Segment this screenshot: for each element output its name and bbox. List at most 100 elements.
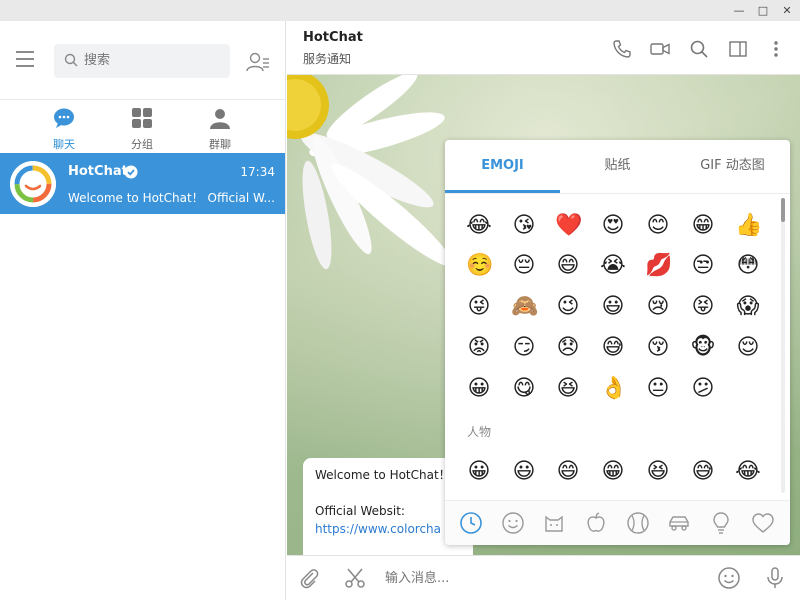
cat-icon[interactable] xyxy=(542,511,566,535)
more-options-icon[interactable] xyxy=(765,38,787,60)
minimize-button[interactable]: — xyxy=(728,0,750,21)
emoji-button[interactable]: 😄 xyxy=(555,253,581,279)
add-contact-icon[interactable] xyxy=(246,51,270,73)
emoji-button[interactable]: ☺️ xyxy=(466,253,493,279)
emoji-button[interactable]: ❤️ xyxy=(555,213,582,239)
emoji-button[interactable]: 😢 xyxy=(645,294,671,320)
tab-label: 聊天 xyxy=(53,138,75,151)
apple-icon[interactable] xyxy=(584,511,608,535)
emoji-button[interactable]: 😞 xyxy=(555,335,581,361)
sidebar-toggle-icon[interactable] xyxy=(727,38,749,60)
tab-stickers[interactable]: 贴纸 xyxy=(560,140,675,192)
emoji-button[interactable]: 😁 xyxy=(690,213,716,239)
window-titlebar: — □ ✕ xyxy=(0,0,800,21)
emoji-button[interactable]: 😁 xyxy=(600,459,626,485)
chat-title[interactable]: HotChat xyxy=(303,30,363,45)
search-box[interactable] xyxy=(54,44,230,78)
emoji-button[interactable]: 😆 xyxy=(555,376,581,402)
emoji-button[interactable]: 😍 xyxy=(600,213,626,239)
emoji-button[interactable]: 😒 xyxy=(690,253,716,279)
emoji-button[interactable]: 😆 xyxy=(645,459,671,485)
search-icon[interactable] xyxy=(688,38,710,60)
grid-icon xyxy=(132,108,152,128)
emoji-button[interactable]: 😀 xyxy=(466,459,492,485)
chat-preview: Welcome to HotChat！ Official W... xyxy=(68,191,275,205)
chat-time: 17:34 xyxy=(240,165,275,179)
emoji-category-bar xyxy=(445,500,790,545)
emoji-button[interactable]: 😃 xyxy=(511,459,537,485)
tab-chats[interactable]: 聊天 xyxy=(34,107,94,151)
emoji-button[interactable]: 😱 xyxy=(735,294,761,320)
emoji-button[interactable]: 😐 xyxy=(645,376,671,402)
emoji-button[interactable]: 🙈 xyxy=(511,294,538,320)
message-line: Official Websit: xyxy=(315,504,405,518)
emoji-button[interactable]: 😏 xyxy=(511,335,537,361)
search-icon xyxy=(64,53,78,67)
emoji-button[interactable]: 😋 xyxy=(511,376,537,402)
emoji-button[interactable]: 😂 xyxy=(466,213,492,239)
emoji-button[interactable]: 😊 xyxy=(645,213,671,239)
hamburger-menu-icon[interactable] xyxy=(16,51,38,71)
emoji-button[interactable]: 😌 xyxy=(735,335,761,361)
tab-groups[interactable]: 分组 xyxy=(112,107,172,151)
emoji-button[interactable]: 😘 xyxy=(511,213,537,239)
message-link[interactable]: https://www.colorcha xyxy=(315,520,461,538)
verified-badge-icon xyxy=(124,165,138,179)
microphone-icon[interactable] xyxy=(763,566,787,590)
search-input[interactable] xyxy=(84,44,224,78)
lightbulb-icon[interactable] xyxy=(709,511,733,535)
emoji-panel: EMOJI 贴纸 GIF 动态图 人物 😂 😘 ❤️ 😍 😊 😁 👍 ☺️ 😔 😄 😭 💋 😒 😳 😜 🙈 😉 😃… xyxy=(445,140,790,545)
chat-list-item[interactable]: HotChat 17:34 Welcome to HotChat！ Offici… xyxy=(0,153,285,214)
avatar xyxy=(10,161,56,207)
scrollbar-thumb[interactable] xyxy=(781,198,785,222)
close-button[interactable]: ✕ xyxy=(776,0,798,21)
emoji-button[interactable]: 👍 xyxy=(735,213,762,239)
chat-name: HotChat xyxy=(68,164,128,179)
emoji-button[interactable]: 😀 xyxy=(466,376,492,402)
tab-group-chats[interactable]: 群聊 xyxy=(190,107,250,151)
chat-header: HotChat 服务通知 xyxy=(287,21,800,75)
car-icon[interactable] xyxy=(667,511,691,535)
emoji-button[interactable]: 😭 xyxy=(600,253,626,279)
emoji-button[interactable]: 💋 xyxy=(645,253,672,279)
message-input[interactable] xyxy=(385,564,705,592)
emoji-button[interactable]: 😚 xyxy=(645,335,671,361)
message-line: Welcome to HotChat！ xyxy=(315,468,451,482)
emoji-button[interactable]: 😳 xyxy=(735,253,761,279)
emoji-button[interactable]: 🐵 xyxy=(690,335,716,361)
emoji-button[interactable]: 😝 xyxy=(690,294,716,320)
tab-label: 分组 xyxy=(131,138,153,151)
video-call-icon[interactable] xyxy=(649,38,671,60)
group-icon xyxy=(210,109,230,129)
ball-icon[interactable] xyxy=(626,511,650,535)
left-panel: 聊天 分组 群聊 HotChat 17:34 Welcome to HotCha… xyxy=(0,21,286,600)
smiley-icon[interactable] xyxy=(501,511,525,535)
emoji-button[interactable]: 😉 xyxy=(555,294,581,320)
emoji-button[interactable]: 😄 xyxy=(555,459,581,485)
emoji-button[interactable]: 👌 xyxy=(600,376,627,402)
emoji-picker-icon[interactable] xyxy=(717,566,741,590)
emoji-button[interactable]: 😡 xyxy=(466,335,492,361)
message-input-bar xyxy=(287,555,800,600)
chat-icon xyxy=(54,108,74,128)
emoji-button[interactable]: 😔 xyxy=(511,253,537,279)
clock-icon[interactable] xyxy=(459,511,483,535)
emoji-button[interactable]: 😅 xyxy=(690,459,716,485)
divider xyxy=(445,193,790,194)
tab-emoji[interactable]: EMOJI xyxy=(445,140,560,192)
maximize-button[interactable]: □ xyxy=(752,0,774,21)
phone-icon[interactable] xyxy=(611,38,633,60)
emoji-button[interactable]: 😃 xyxy=(600,294,626,320)
emoji-button[interactable]: 😂 xyxy=(735,459,761,485)
attachment-icon[interactable] xyxy=(297,566,321,590)
tab-label: 群聊 xyxy=(209,138,231,151)
scrollbar-track[interactable] xyxy=(781,198,785,493)
emoji-button[interactable]: 😕 xyxy=(690,376,716,402)
tab-gif[interactable]: GIF 动态图 xyxy=(675,140,790,192)
section-label: 人物 xyxy=(467,425,492,439)
emoji-button[interactable]: 😅 xyxy=(600,335,626,361)
scissors-icon[interactable] xyxy=(343,566,367,590)
chat-subtitle: 服务通知 xyxy=(303,52,352,66)
emoji-button[interactable]: 😜 xyxy=(466,294,492,320)
heart-icon[interactable] xyxy=(751,511,775,535)
